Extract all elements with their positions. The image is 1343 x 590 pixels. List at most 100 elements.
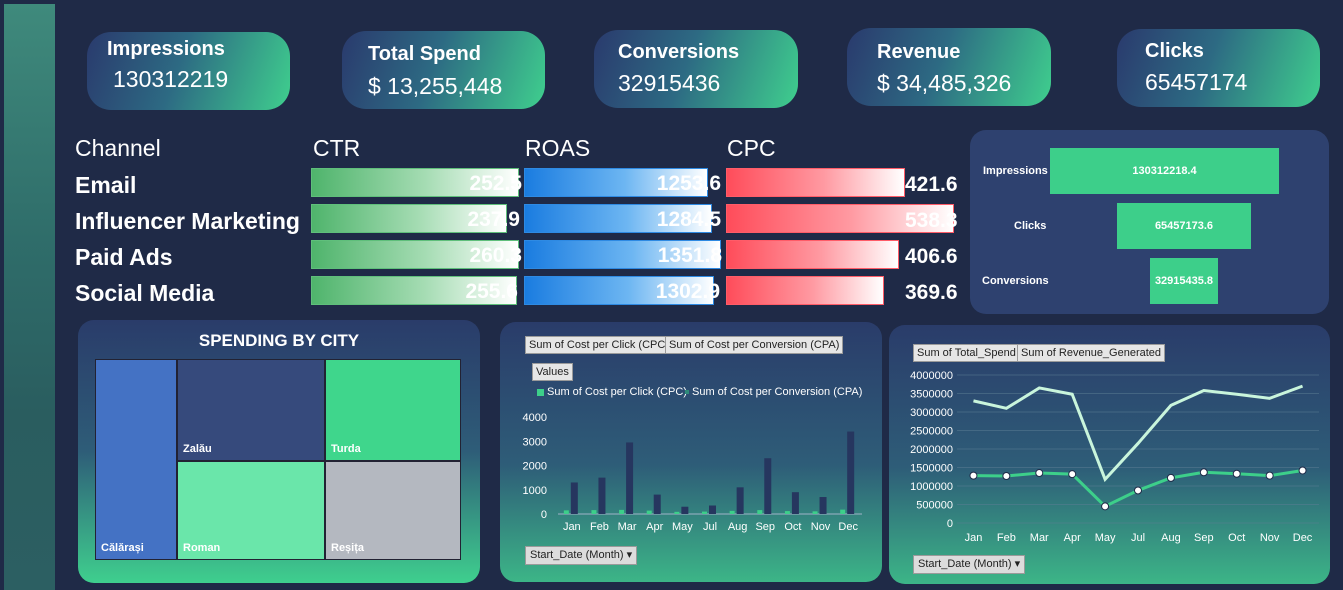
roas-value: 1284.5: [656, 208, 721, 231]
kpi-value: $ 34,485,326: [877, 70, 1012, 96]
bar-cpa: [819, 497, 827, 514]
bar-cpc: [812, 511, 818, 514]
filter-label: Start_Date (Month): [530, 549, 624, 561]
y-tick-label: 1000000: [910, 481, 953, 493]
spend-point: [1298, 466, 1307, 475]
kpi-label: Impressions: [107, 38, 225, 60]
kpi-label: Conversions: [618, 41, 740, 63]
spend-revenue-chart-panel: Sum of Total_Spend Sum of Revenue_Genera…: [889, 325, 1330, 584]
field-button-cpa[interactable]: Sum of Cost per Conversion (CPA): [665, 336, 844, 354]
x-tick-label: Dec: [1293, 532, 1313, 544]
roas-bar: 1284.5: [524, 204, 721, 233]
cpc-value: 369.6: [905, 281, 958, 304]
field-button-total-spend[interactable]: Sum of Total_Spend: [913, 344, 1020, 362]
roas-value: 1351.8: [657, 244, 722, 267]
field-button-revenue[interactable]: Sum of Revenue_Generated: [1017, 344, 1166, 362]
channel-name: Email: [75, 172, 137, 198]
roas-value: 1302.9: [655, 280, 720, 303]
header-channel: Channel: [75, 135, 161, 161]
funnel-label-clicks: Clicks: [1014, 220, 1047, 232]
x-tick-label: Oct: [784, 521, 801, 533]
ctr-bar: 252.5: [311, 168, 522, 197]
y-tick-label: 500000: [916, 500, 953, 512]
ctr-value: 255.6: [465, 280, 518, 303]
city-cell-calarasi[interactable]: Călărași: [95, 359, 177, 560]
bar-cpa: [570, 482, 578, 514]
header-cpc: CPC: [727, 135, 776, 161]
funnel-panel: Impressions 130312218.4 Clicks 65457173.…: [970, 130, 1329, 314]
cpc-value: 421.6: [905, 173, 958, 196]
spend-point: [1232, 469, 1241, 478]
y-tick-label: 2000: [523, 461, 547, 473]
chevron-down-icon: ▾: [626, 549, 633, 561]
spend-point: [1035, 469, 1044, 478]
x-tick-label: Aug: [1161, 532, 1181, 544]
kpi-value: 130312219: [113, 66, 229, 92]
y-tick-label: 0: [947, 518, 953, 530]
x-tick-label: Sep: [1194, 532, 1214, 544]
x-tick-label: Oct: [1228, 532, 1245, 544]
bar-cpc: [840, 509, 846, 514]
bar-cpc: [619, 509, 625, 514]
city-label: Zalău: [183, 443, 212, 455]
city-cell-roman[interactable]: Roman: [177, 461, 325, 560]
field-button-cpc[interactable]: Sum of Cost per Click (CPC): [525, 336, 673, 354]
cpc-bar: [726, 168, 905, 197]
x-tick-label: Jul: [1131, 532, 1145, 544]
bar-cpa: [709, 505, 716, 514]
y-tick-label: 1000: [523, 485, 547, 497]
y-tick-label: 2000000: [910, 444, 953, 456]
chevron-down-icon: ▾: [1014, 558, 1021, 570]
x-tick-label: May: [1095, 532, 1116, 544]
y-tick-label: 3000000: [910, 407, 953, 419]
spend-point: [1002, 472, 1011, 481]
spend-point: [969, 471, 978, 480]
x-tick-label: Feb: [997, 532, 1016, 544]
kpi-card-total-spend: Total Spend $ 13,255,448: [342, 31, 545, 109]
kpi-label: Revenue: [877, 41, 961, 63]
channel-name: Paid Ads: [75, 244, 173, 270]
legend-swatch-cpa: [685, 390, 689, 395]
y-tick-label: 0: [541, 509, 547, 521]
city-cell-zalau[interactable]: Zalău: [177, 359, 325, 461]
roas-bar: 1302.9: [524, 276, 720, 305]
bar-cpa: [764, 458, 772, 514]
month-filter-dropdown[interactable]: Start_Date (Month) ▾: [913, 555, 1026, 574]
city-label: Turda: [331, 443, 361, 455]
kpi-label: Clicks: [1145, 40, 1204, 62]
bar-cpc: [784, 511, 790, 514]
city-cell-turda[interactable]: Turda: [325, 359, 461, 461]
channel-name: Social Media: [75, 280, 215, 306]
x-tick-label: Nov: [811, 521, 831, 533]
bar-cpc: [591, 510, 597, 514]
roas-value: 1253.6: [656, 172, 721, 195]
bar-cpa: [598, 477, 606, 514]
bar-cpa: [653, 494, 661, 514]
channel-name: Influencer Marketing: [75, 208, 300, 234]
line-revenue: [973, 384, 1304, 483]
x-tick-label: Apr: [646, 521, 663, 533]
cpc-cpa-chart-panel: Sum of Cost per Click (CPC) Sum of Cost …: [500, 322, 882, 582]
ctr-bar: 260.3: [311, 240, 522, 269]
spend-point: [1101, 502, 1110, 511]
bar-cpc: [674, 511, 680, 514]
ctr-bar: 237.9: [311, 204, 520, 233]
bar-cpa: [681, 506, 689, 514]
spend-point: [1166, 473, 1175, 482]
y-tick-label: 3500000: [910, 389, 953, 401]
values-button[interactable]: Values: [532, 363, 573, 381]
ctr-value: 260.3: [469, 244, 522, 267]
spend-point: [1265, 471, 1274, 480]
city-label: Roman: [183, 542, 221, 554]
kpi-value: 32915436: [618, 70, 721, 96]
month-filter-dropdown[interactable]: Start_Date (Month) ▾: [525, 546, 638, 565]
x-tick-label: Sep: [755, 521, 775, 533]
bar-cpa: [847, 431, 855, 514]
spend-point: [1199, 468, 1208, 477]
city-cell-resita[interactable]: Reșița: [325, 461, 461, 560]
bar-cpc: [757, 510, 763, 514]
bar-cpa: [626, 442, 634, 514]
legend-cpc: Sum of Cost per Click (CPC): [537, 386, 687, 398]
bar-cpc: [646, 510, 652, 514]
x-tick-label: Aug: [728, 521, 748, 533]
